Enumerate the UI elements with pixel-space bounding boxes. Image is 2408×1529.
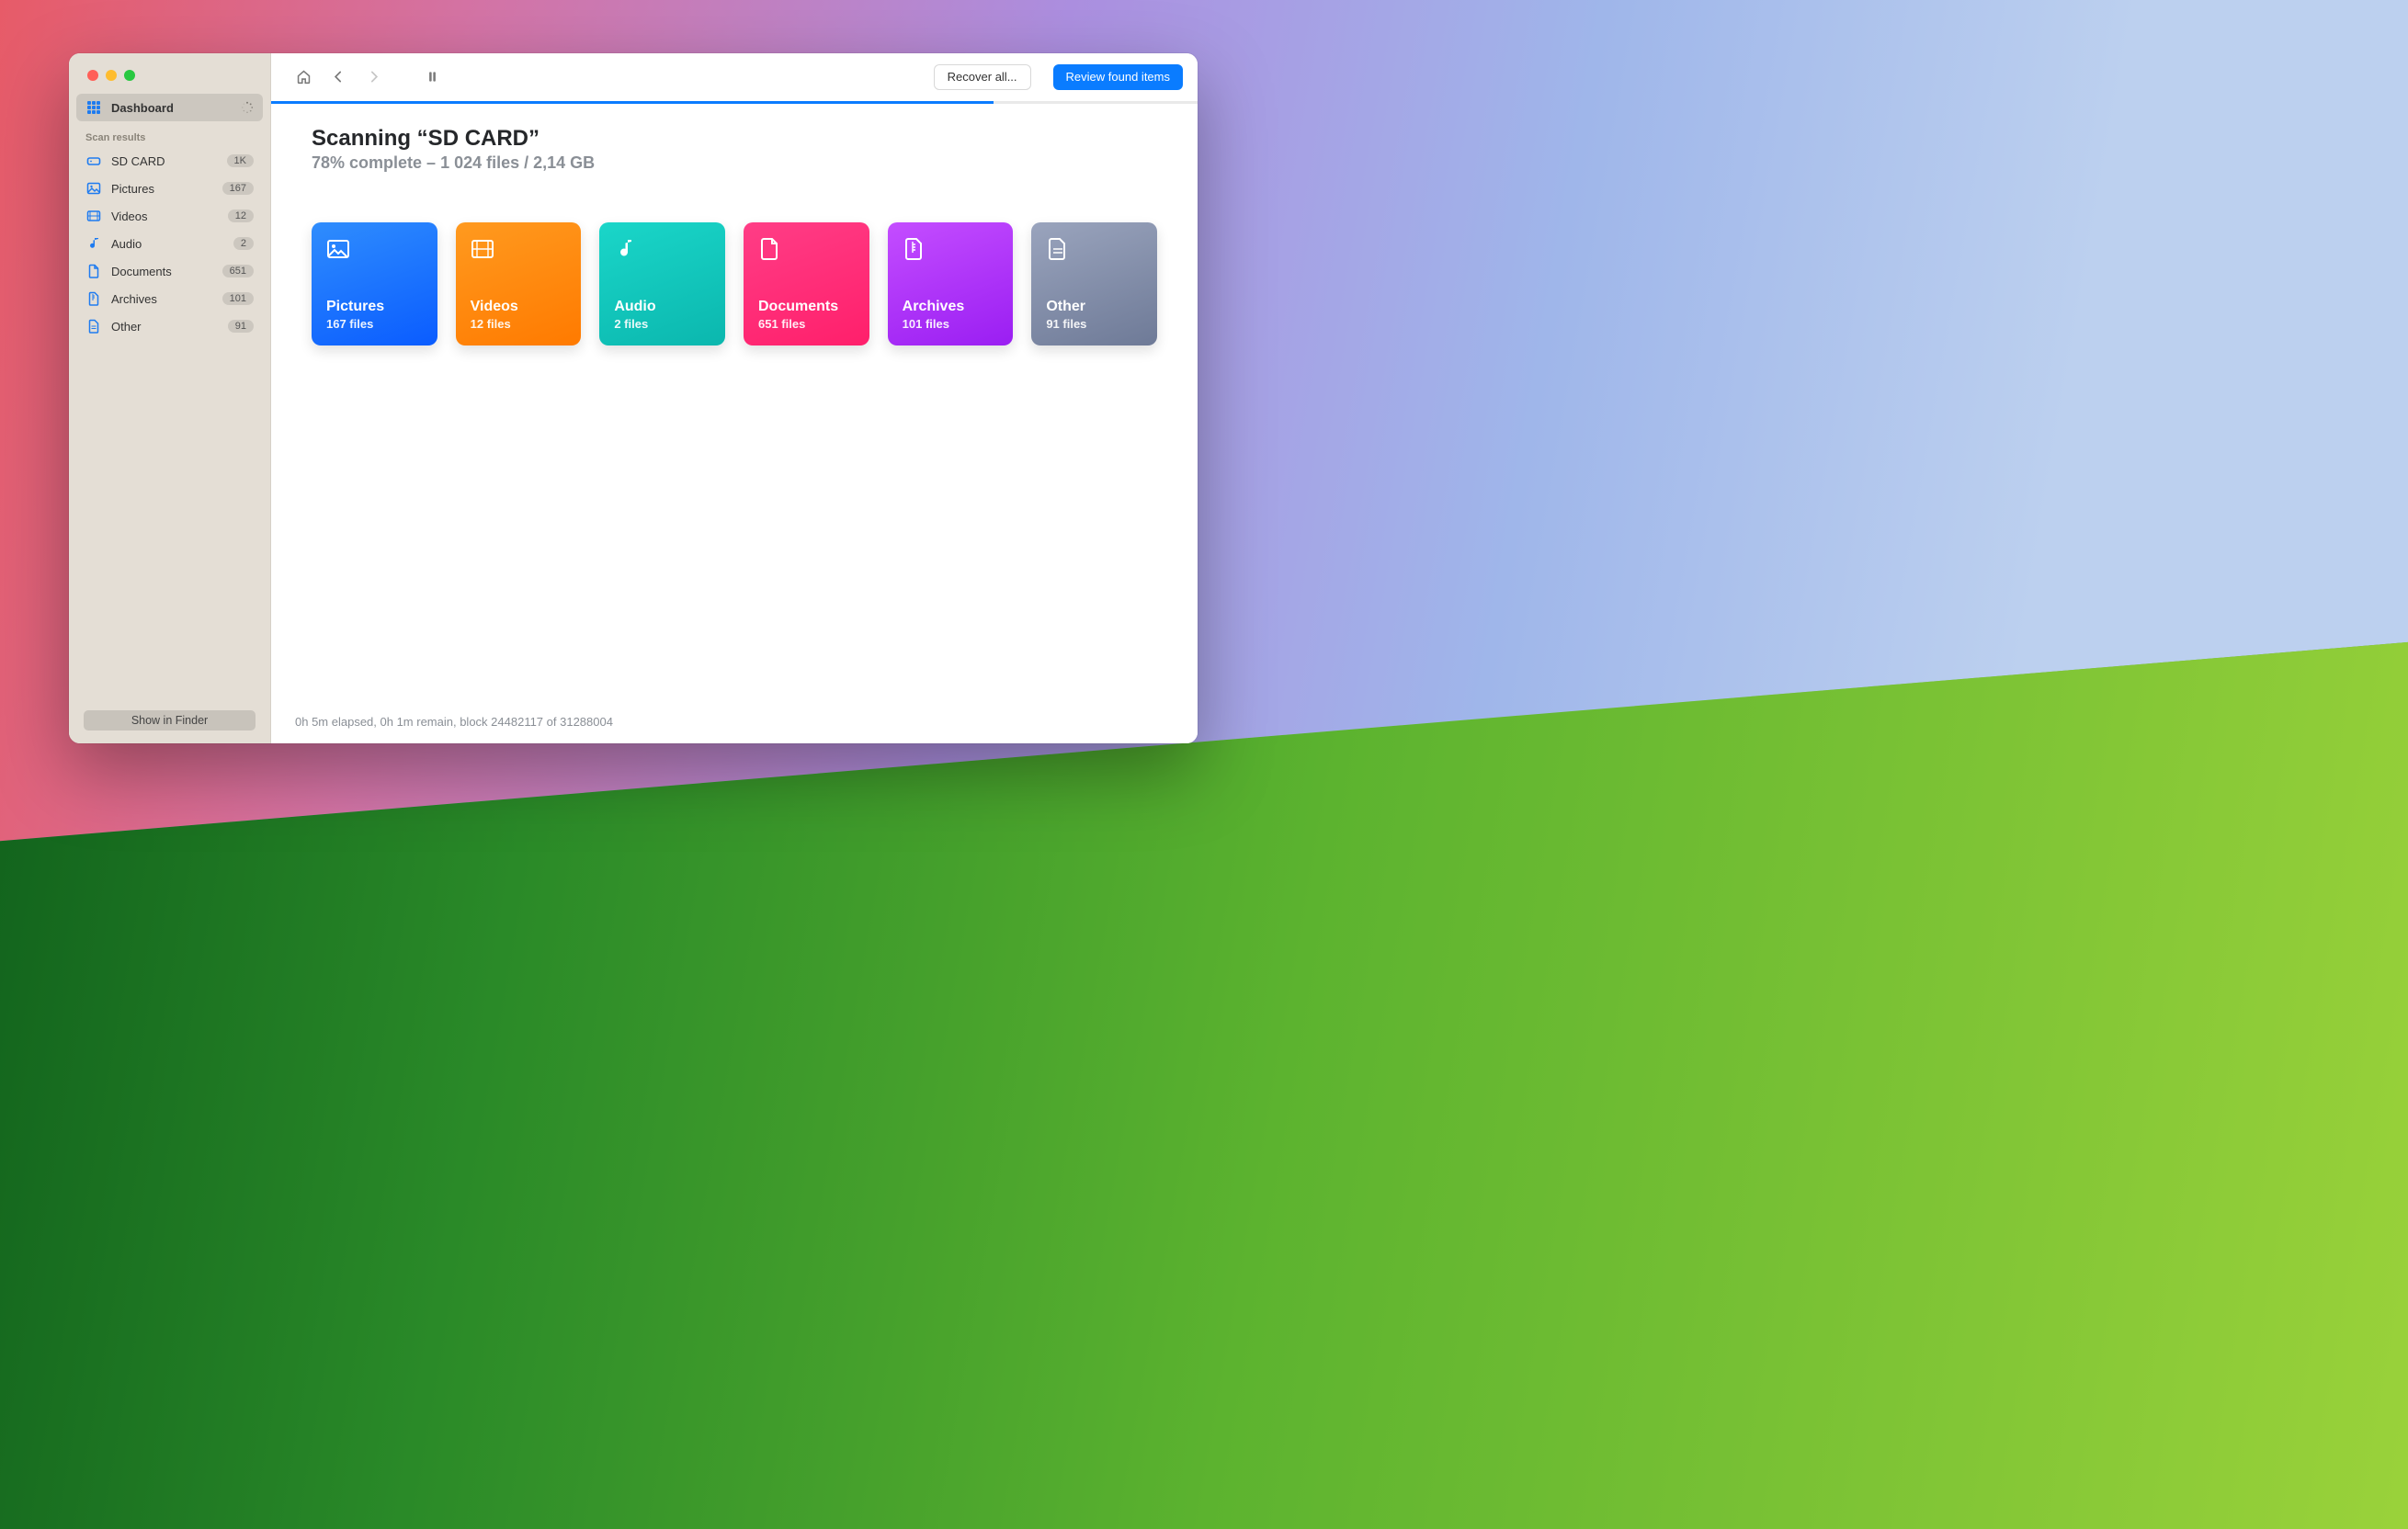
count-badge: 167 xyxy=(222,182,254,195)
video-icon xyxy=(85,208,102,224)
sidebar: Dashboard Scan results SD CARD 1K Pictur… xyxy=(69,53,271,743)
review-found-items-label: Review found items xyxy=(1066,70,1170,84)
count-badge: 651 xyxy=(222,265,254,277)
toolbar: Recover all... Review found items xyxy=(271,53,1198,101)
review-found-items-button[interactable]: Review found items xyxy=(1053,64,1183,90)
window-minimize-button[interactable] xyxy=(106,70,117,81)
window-controls xyxy=(69,53,270,94)
window-maximize-button[interactable] xyxy=(124,70,135,81)
card-title: Documents xyxy=(758,299,855,315)
sidebar-item-videos[interactable]: Videos 12 xyxy=(76,202,263,230)
status-bar: 0h 5m elapsed, 0h 1m remain, block 24482… xyxy=(271,702,1198,743)
count-badge: 12 xyxy=(228,210,254,222)
sidebar-item-pictures[interactable]: Pictures 167 xyxy=(76,175,263,202)
sidebar-section-header: Scan results xyxy=(69,121,270,147)
sidebar-item-label: Dashboard xyxy=(111,101,232,115)
pause-button[interactable] xyxy=(418,64,446,90)
sidebar-item-archives[interactable]: Archives 101 xyxy=(76,285,263,312)
sidebar-item-label: Other xyxy=(111,320,219,334)
back-button[interactable] xyxy=(324,64,352,90)
card-videos[interactable]: Videos 12 files xyxy=(456,222,582,345)
home-button[interactable] xyxy=(290,64,317,90)
sidebar-item-other[interactable]: Other 91 xyxy=(76,312,263,340)
count-badge: 91 xyxy=(228,320,254,333)
other-file-icon xyxy=(1046,237,1070,261)
card-title: Videos xyxy=(471,299,567,315)
count-badge: 2 xyxy=(233,237,254,250)
document-icon xyxy=(758,237,782,261)
page-subtitle: 78% complete – 1 024 files / 2,14 GB xyxy=(312,153,1157,173)
card-pictures[interactable]: Pictures 167 files xyxy=(312,222,437,345)
main-panel: Recover all... Review found items Scanni… xyxy=(271,53,1198,743)
card-audio[interactable]: Audio 2 files xyxy=(599,222,725,345)
video-icon xyxy=(471,237,494,261)
show-in-finder-label: Show in Finder xyxy=(131,714,208,727)
picture-icon xyxy=(85,180,102,197)
grid-icon xyxy=(85,99,102,116)
sidebar-item-dashboard[interactable]: Dashboard xyxy=(76,94,263,121)
other-file-icon xyxy=(85,318,102,334)
card-title: Pictures xyxy=(326,299,423,315)
show-in-finder-button[interactable]: Show in Finder xyxy=(84,710,256,731)
app-window: Dashboard Scan results SD CARD 1K Pictur… xyxy=(69,53,1198,743)
archive-icon xyxy=(85,290,102,307)
drive-icon xyxy=(85,153,102,169)
audio-icon xyxy=(85,235,102,252)
card-archives[interactable]: Archives 101 files xyxy=(888,222,1014,345)
window-close-button[interactable] xyxy=(87,70,98,81)
card-count: 91 files xyxy=(1046,317,1142,331)
sidebar-item-label: Archives xyxy=(111,292,213,306)
sidebar-item-documents[interactable]: Documents 651 xyxy=(76,257,263,285)
spinner-icon xyxy=(241,101,254,114)
sidebar-item-label: Documents xyxy=(111,265,213,278)
count-badge: 1K xyxy=(227,154,254,167)
forward-button[interactable] xyxy=(359,64,387,90)
card-count: 167 files xyxy=(326,317,423,331)
card-title: Other xyxy=(1046,299,1142,315)
category-cards: Pictures 167 files Videos 12 files xyxy=(312,222,1157,345)
card-other[interactable]: Other 91 files xyxy=(1031,222,1157,345)
document-icon xyxy=(85,263,102,279)
card-count: 651 files xyxy=(758,317,855,331)
sidebar-item-sdcard[interactable]: SD CARD 1K xyxy=(76,147,263,175)
recover-all-button[interactable]: Recover all... xyxy=(934,64,1031,90)
content-area: Scanning “SD CARD” 78% complete – 1 024 … xyxy=(271,104,1198,702)
card-count: 2 files xyxy=(614,317,710,331)
sidebar-item-label: Audio xyxy=(111,237,224,251)
card-count: 101 files xyxy=(903,317,999,331)
recover-all-label: Recover all... xyxy=(948,70,1017,84)
count-badge: 101 xyxy=(222,292,254,305)
archive-icon xyxy=(903,237,926,261)
card-count: 12 files xyxy=(471,317,567,331)
sidebar-item-label: Videos xyxy=(111,210,219,223)
card-title: Archives xyxy=(903,299,999,315)
sidebar-item-label: Pictures xyxy=(111,182,213,196)
card-title: Audio xyxy=(614,299,710,315)
sidebar-item-audio[interactable]: Audio 2 xyxy=(76,230,263,257)
status-text: 0h 5m elapsed, 0h 1m remain, block 24482… xyxy=(295,715,613,729)
card-documents[interactable]: Documents 651 files xyxy=(744,222,869,345)
picture-icon xyxy=(326,237,350,261)
audio-icon xyxy=(614,237,638,261)
sidebar-item-label: SD CARD xyxy=(111,154,218,168)
page-title: Scanning “SD CARD” xyxy=(312,126,1157,152)
